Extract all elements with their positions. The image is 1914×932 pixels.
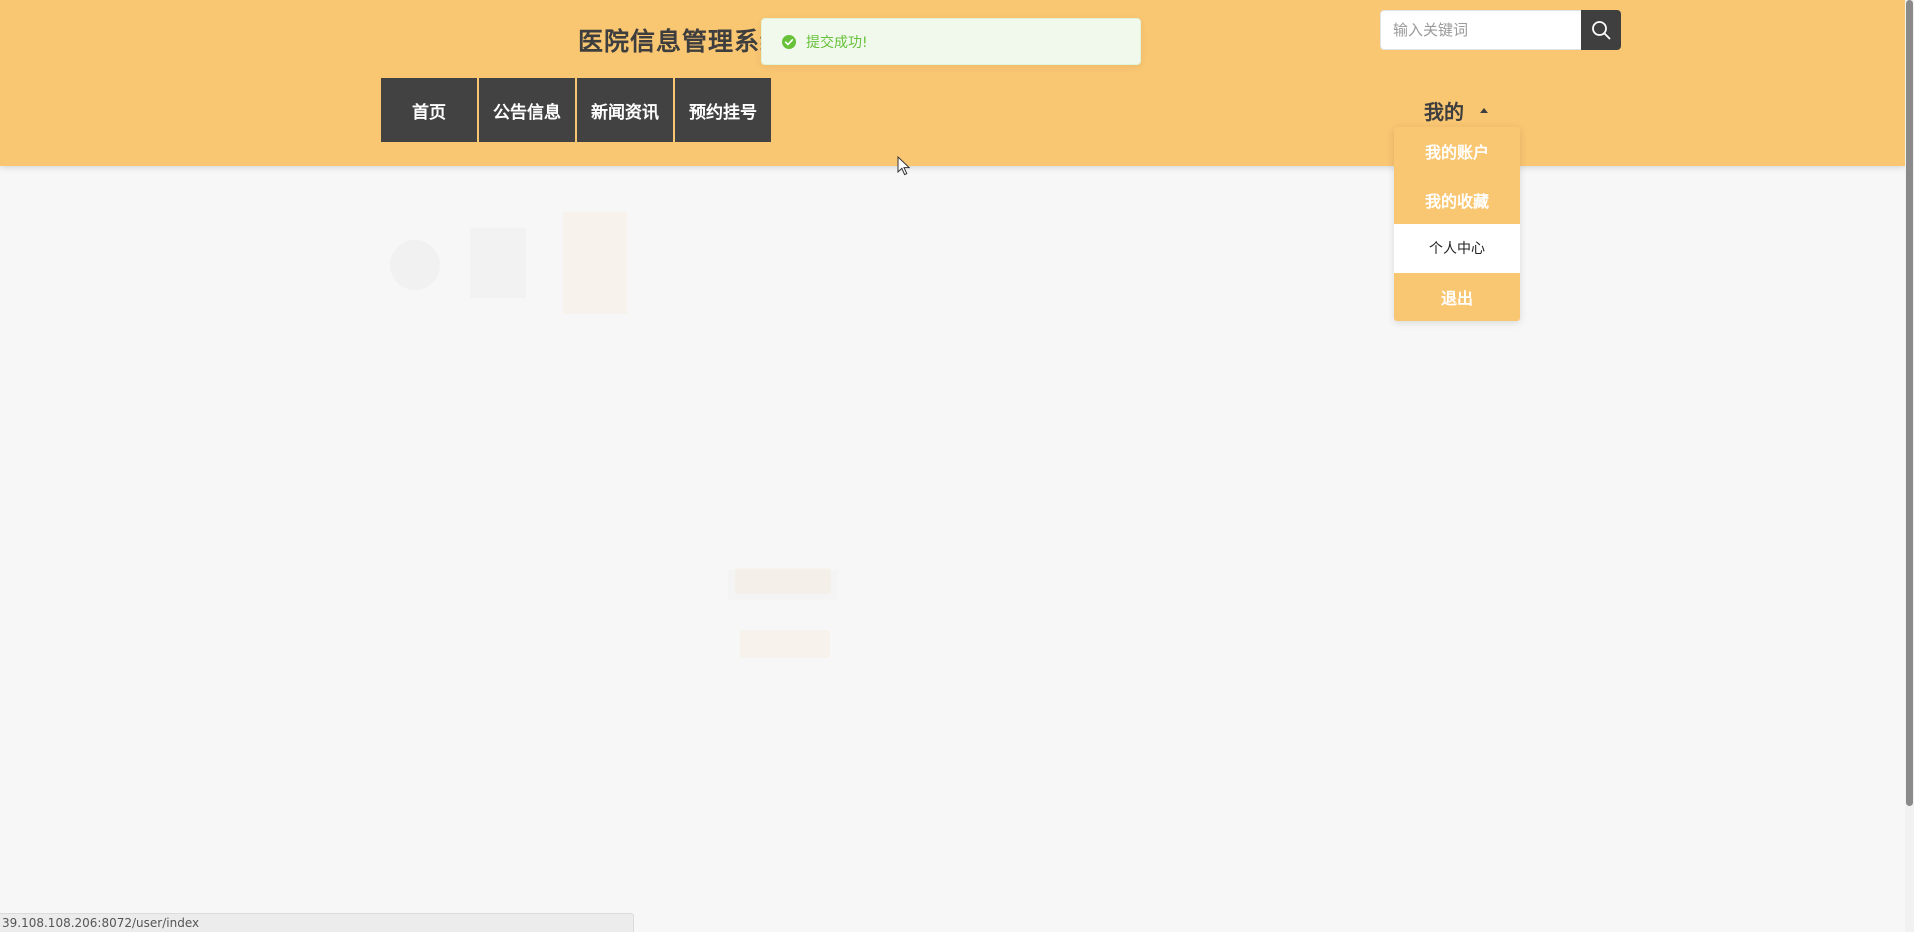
nav-item-announcements[interactable]: 公告信息 [479, 78, 575, 142]
loading-placeholder [740, 630, 830, 658]
dropdown-item-logout[interactable]: 退出 [1394, 273, 1520, 322]
site-title: 医院信息管理系统 [578, 27, 787, 56]
dropdown-item-my-account[interactable]: 我的账户 [1394, 127, 1520, 176]
check-circle-icon [782, 34, 796, 49]
search-input[interactable] [1380, 10, 1581, 50]
nav-item-news[interactable]: 新闻资讯 [577, 78, 673, 142]
mine-menu-trigger[interactable]: 我的 [1424, 96, 1488, 125]
nav-item-home[interactable]: 首页 [381, 78, 477, 142]
dropdown-item-personal-center[interactable]: 个人中心 [1394, 224, 1520, 273]
loading-placeholder [735, 568, 831, 594]
mine-dropdown-menu: 我的账户 我的收藏 个人中心 退出 [1394, 127, 1520, 321]
nav-item-appointment[interactable]: 预约挂号 [675, 78, 771, 142]
page-scrollbar[interactable] [1905, 0, 1914, 932]
browser-status-bar: 39.108.108.206:8072/user/index [0, 913, 634, 932]
scrollbar-thumb[interactable] [1906, 0, 1913, 806]
loading-placeholder [563, 212, 627, 314]
main-nav: 首页 公告信息 新闻资讯 预约挂号 [381, 78, 773, 142]
success-toast: 提交成功! [761, 18, 1141, 65]
dropdown-item-my-favorites[interactable]: 我的收藏 [1394, 176, 1520, 225]
toast-message: 提交成功! [806, 34, 868, 51]
loading-placeholder [390, 240, 440, 290]
search-icon [1592, 21, 1611, 40]
search-button[interactable] [1581, 10, 1621, 50]
mouse-cursor-icon [897, 156, 911, 176]
loading-placeholder [470, 228, 526, 298]
mine-menu-label: 我的 [1424, 100, 1464, 124]
search-box [1380, 10, 1621, 50]
caret-up-icon [1480, 108, 1488, 113]
